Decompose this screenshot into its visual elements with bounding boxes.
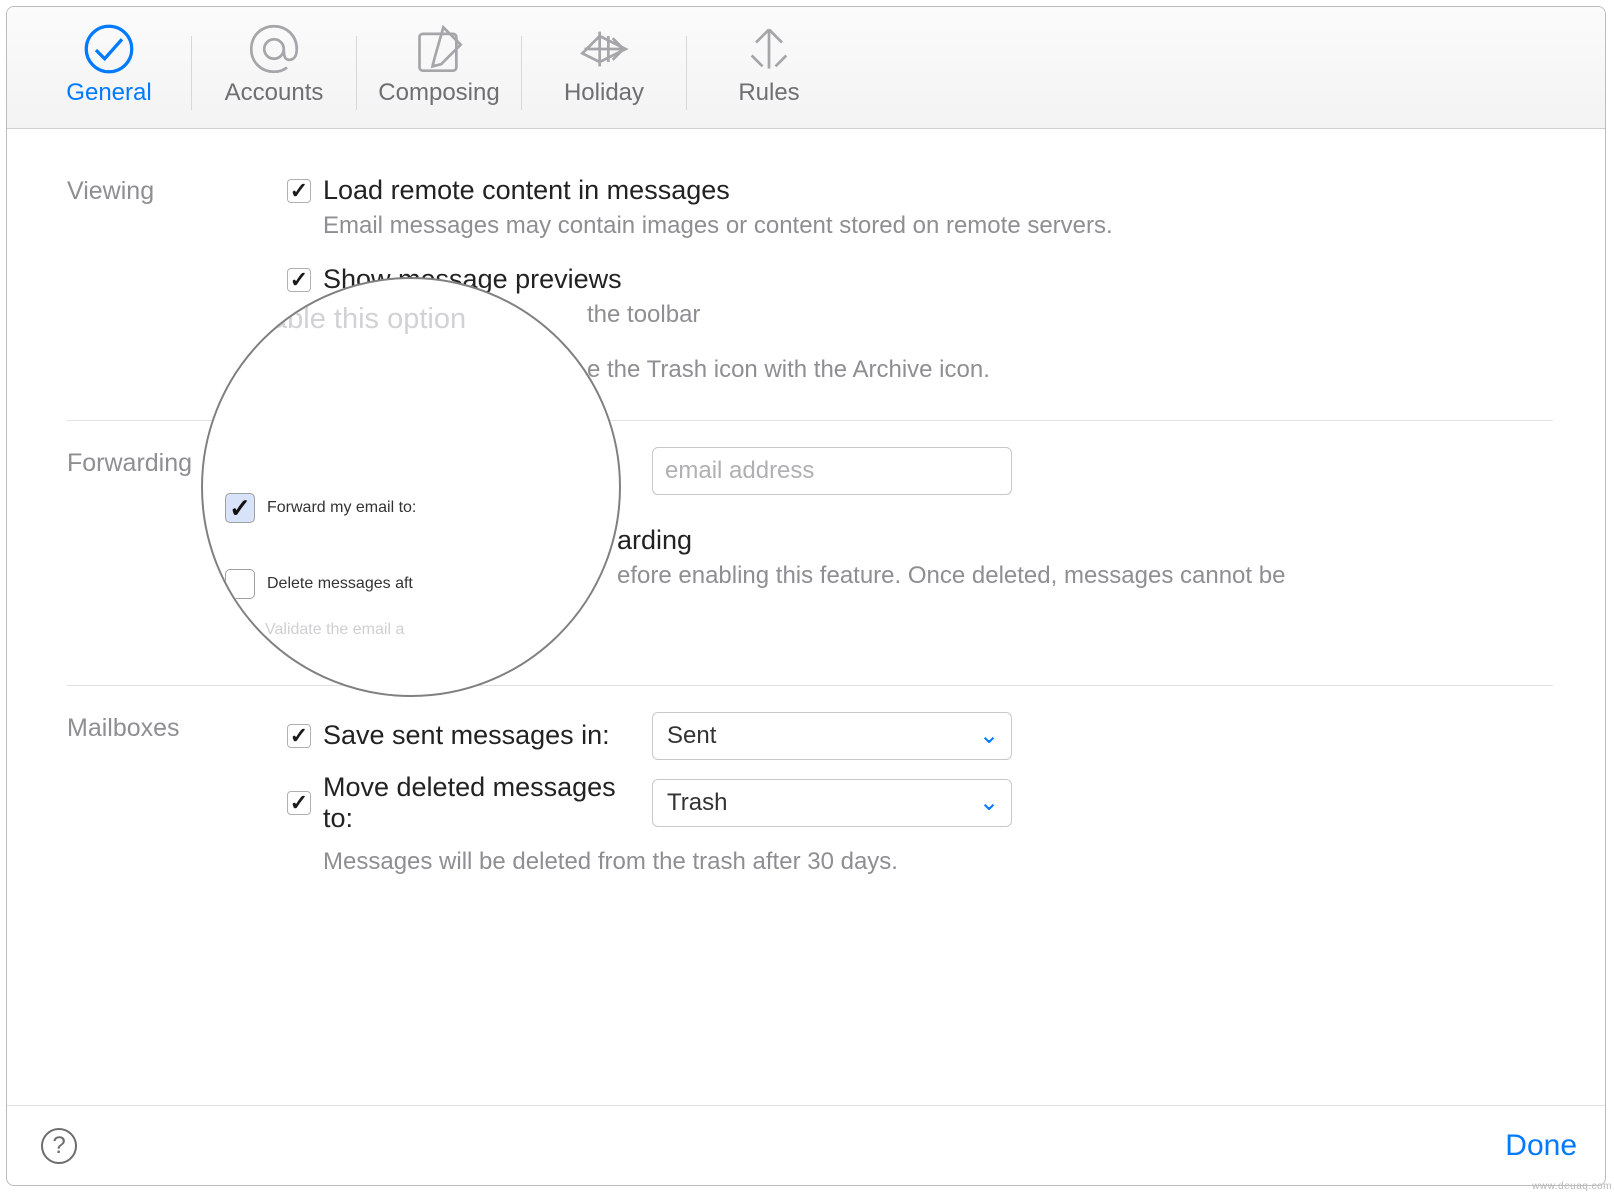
toolbar-separator: [521, 36, 522, 110]
label-show-previews: Show message previews: [323, 264, 622, 295]
tab-composing-label: Composing: [378, 79, 499, 107]
section-forwarding: Forwarding arding efore enabling this fe…: [67, 421, 1553, 686]
tab-accounts[interactable]: Accounts: [194, 17, 354, 119]
checkbox-move-deleted[interactable]: [287, 791, 311, 815]
help-archive-tail: e the Trash icon with the Archive icon.: [587, 354, 1553, 386]
tab-rules-label: Rules: [738, 79, 799, 107]
tab-rules[interactable]: Rules: [689, 17, 849, 119]
help-delete-after: efore enabling this feature. Once delete…: [617, 560, 1553, 592]
label-delete-after-tail: arding: [617, 525, 692, 556]
label-save-sent: Save sent messages in:: [323, 720, 610, 751]
select-save-sent-value: Sent: [667, 722, 716, 750]
help-previews-tail: the toolbar: [587, 299, 1553, 331]
chevron-down-icon: ⌄: [975, 789, 1003, 817]
section-title-viewing: Viewing: [67, 175, 287, 386]
section-viewing: Viewing Load remote content in messages …: [67, 169, 1553, 421]
checkbox-show-previews[interactable]: [287, 268, 311, 292]
toolbar-separator: [356, 36, 357, 110]
section-title-mailboxes: Mailboxes: [67, 712, 287, 878]
toolbar-separator: [686, 36, 687, 110]
forward-email-input[interactable]: [652, 447, 1012, 495]
checkbox-load-remote[interactable]: [287, 179, 311, 203]
label-move-deleted: Move deleted messages to:: [323, 772, 632, 834]
section-mailboxes: Mailboxes Save sent messages in: Sent ⌄: [67, 686, 1553, 888]
section-title-forwarding: Forwarding: [67, 447, 287, 651]
tab-holiday-label: Holiday: [564, 79, 644, 107]
select-save-sent[interactable]: Sent ⌄: [652, 712, 1012, 760]
chevron-down-icon: ⌄: [975, 722, 1003, 750]
done-button[interactable]: Done: [1505, 1129, 1577, 1163]
help-icon: ?: [52, 1132, 65, 1160]
help-load-remote: Email messages may contain images or con…: [323, 210, 1553, 242]
footer: ? Done: [7, 1105, 1605, 1185]
help-validate-tail: ered.: [387, 619, 1553, 651]
content-area: Viewing Load remote content in messages …: [7, 129, 1605, 1105]
tab-composing[interactable]: Composing: [359, 17, 519, 119]
toolbar: General Accounts Composing Holiday: [7, 7, 1605, 129]
help-button[interactable]: ?: [41, 1128, 77, 1164]
checkbox-save-sent[interactable]: [287, 724, 311, 748]
tab-holiday[interactable]: Holiday: [524, 17, 684, 119]
select-move-deleted-value: Trash: [667, 789, 727, 817]
select-move-deleted[interactable]: Trash ⌄: [652, 779, 1012, 827]
tab-general[interactable]: General: [29, 17, 189, 119]
label-load-remote: Load remote content in messages: [323, 175, 730, 206]
preferences-window: General Accounts Composing Holiday: [6, 6, 1606, 1186]
toolbar-separator: [191, 36, 192, 110]
tab-general-label: General: [66, 79, 151, 107]
tab-accounts-label: Accounts: [225, 79, 324, 107]
help-move-deleted: Messages will be deleted from the trash …: [323, 846, 1553, 878]
watermark: www.deuaq.com: [1532, 1181, 1612, 1192]
